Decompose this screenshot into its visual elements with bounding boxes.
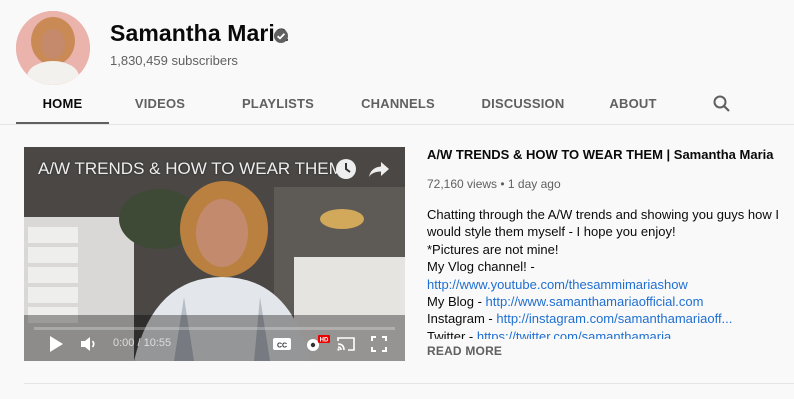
watch-later-icon[interactable]	[336, 159, 356, 179]
instagram-link[interactable]: http://instagram.com/samanthamariaoff...	[496, 311, 732, 326]
channel-avatar[interactable]	[16, 11, 90, 85]
blog-link[interactable]: http://www.samanthamariaofficial.com	[486, 294, 704, 309]
description-label: Twitter -	[427, 328, 477, 339]
read-more-button[interactable]: READ MORE	[427, 344, 502, 358]
player-time: 0:00 / 10:55	[113, 337, 172, 349]
captions-icon[interactable]: CC	[272, 335, 292, 353]
description-line: Chatting through the A/W trends and show…	[427, 207, 779, 222]
hd-badge: HD	[320, 338, 329, 344]
vlog-channel-link[interactable]: http://www.youtube.com/thesammimariashow	[427, 277, 688, 292]
description-label: Instagram -	[427, 311, 497, 327]
settings-icon[interactable]: HD	[304, 335, 330, 353]
description-label: My Blog -	[427, 294, 486, 310]
tab-about[interactable]: ABOUT	[600, 86, 666, 122]
verified-check-icon	[274, 29, 288, 43]
channel-tabs: HOME VIDEOS PLAYLISTS CHANNELS DISCUSSIO…	[16, 86, 776, 125]
video-description: Chatting through the A/W trends and show…	[427, 206, 787, 339]
subscriber-count: 1,830,459 subscribers	[110, 53, 238, 68]
section-divider	[24, 383, 794, 384]
channel-name: Samantha Maria	[110, 20, 288, 46]
tab-discussion[interactable]: DISCUSSION	[468, 86, 578, 122]
video-player[interactable]: A/W TRENDS & HOW TO WEAR THEM |... 0:00 …	[24, 147, 405, 361]
play-icon[interactable]	[48, 335, 64, 353]
tab-videos[interactable]: VIDEOS	[116, 86, 204, 122]
share-icon[interactable]	[368, 160, 390, 178]
header-divider	[0, 124, 794, 125]
video-meta: 72,160 views • 1 day ago	[427, 177, 561, 191]
tab-home[interactable]: HOME	[16, 86, 109, 125]
svg-text:CC: CC	[277, 343, 287, 350]
description-line: My Vlog channel! -	[427, 259, 535, 275]
volume-icon[interactable]	[80, 335, 98, 353]
search-icon[interactable]	[712, 94, 732, 114]
twitter-link[interactable]: https://twitter.com/samanthamaria	[477, 329, 671, 339]
video-title[interactable]: A/W TRENDS & HOW TO WEAR THEM | Samantha…	[427, 147, 773, 162]
channel-header: Samantha Maria 1,830,459 subscribers HOM…	[0, 0, 794, 125]
description-line: would style them myself - I hope you enj…	[427, 224, 676, 240]
progress-bar[interactable]	[34, 327, 395, 330]
player-overlay-title[interactable]: A/W TRENDS & HOW TO WEAR THEM |...	[38, 159, 338, 179]
description-line: *Pictures are not mine!	[427, 241, 559, 257]
cast-icon[interactable]	[336, 335, 356, 353]
tab-playlists[interactable]: PLAYLISTS	[226, 86, 330, 122]
fullscreen-icon[interactable]	[370, 335, 388, 353]
tab-channels[interactable]: CHANNELS	[348, 86, 448, 122]
